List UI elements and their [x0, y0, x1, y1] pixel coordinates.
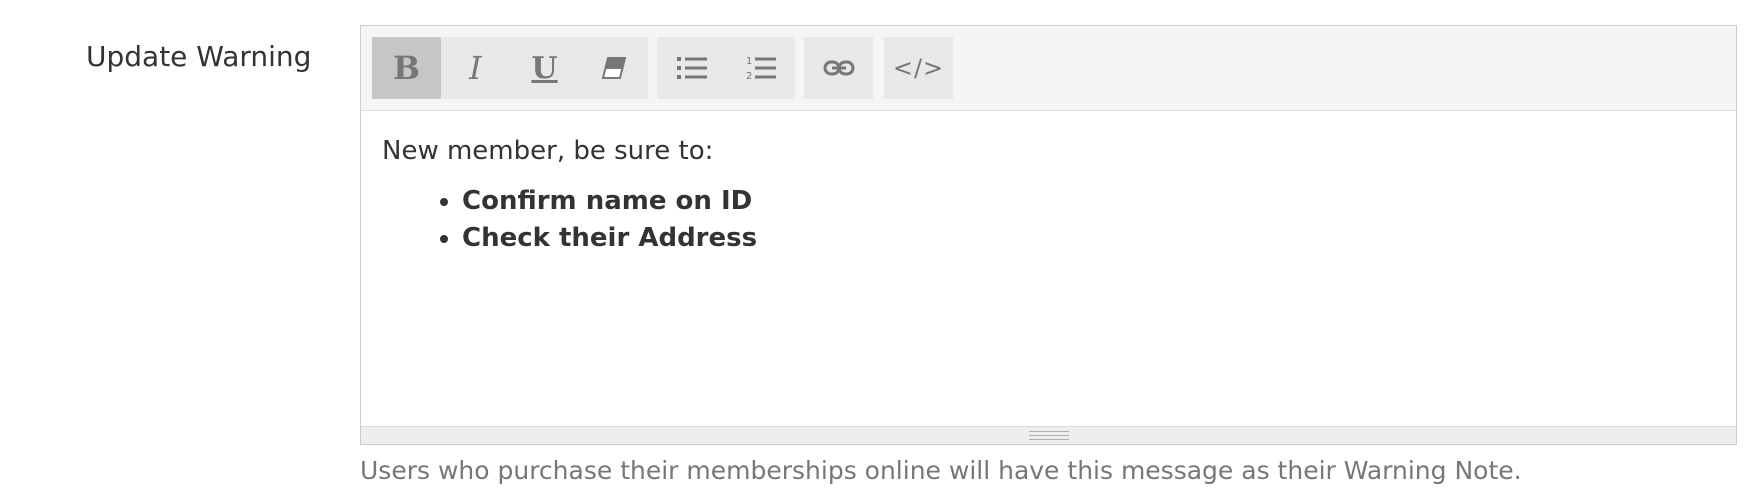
update-warning-field: Update Warning B I U 1 2 </> New member,… — [0, 0, 1756, 496]
unordered-list-icon — [676, 57, 707, 79]
list-group: 1 2 — [657, 37, 795, 99]
numbered-list-button[interactable]: 1 2 — [726, 37, 795, 99]
bold-icon: B — [392, 49, 421, 87]
eraser-icon — [601, 57, 626, 79]
code-view-button[interactable]: </> — [884, 37, 953, 99]
link-button[interactable] — [804, 37, 873, 99]
svg-text:2: 2 — [746, 71, 752, 81]
code-group: </> — [884, 37, 953, 99]
content-paragraph: New member, be sure to: — [382, 136, 714, 166]
help-text: Users who purchase their memberships onl… — [360, 456, 1522, 485]
clear-format-button[interactable] — [579, 37, 648, 99]
underline-button[interactable]: U — [510, 37, 579, 99]
list-item: Check their Address — [462, 220, 1715, 256]
ordered-list-icon: 1 2 — [746, 56, 776, 81]
grip-icon — [1028, 431, 1069, 440]
content-bullet-list: Confirm name on ID Check their Address — [382, 183, 1715, 256]
code-icon: </> — [892, 54, 945, 82]
italic-icon: I — [469, 49, 482, 87]
resize-handle[interactable] — [361, 426, 1736, 444]
rich-text-editor: B I U 1 2 </> New member, be sure to: • … — [360, 25, 1737, 445]
list-item: Confirm name on ID — [462, 183, 1715, 219]
bullet-list-button[interactable] — [657, 37, 726, 99]
link-group — [804, 37, 873, 99]
italic-button[interactable]: I — [441, 37, 510, 99]
editor-toolbar: B I U 1 2 </> — [361, 26, 1736, 111]
editor-content[interactable]: New member, be sure to: Confirm name on … — [361, 111, 1736, 426]
bold-button[interactable]: B — [372, 37, 441, 99]
underline-icon: U — [531, 50, 558, 86]
font-style-group: B I U — [372, 37, 648, 99]
svg-text:1: 1 — [746, 56, 752, 67]
link-icon — [823, 60, 854, 76]
field-label: Update Warning — [86, 40, 312, 73]
